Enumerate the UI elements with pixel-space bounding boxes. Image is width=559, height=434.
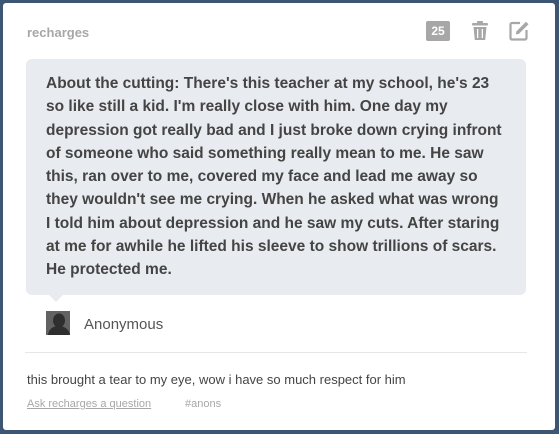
blog-name[interactable]: recharges (27, 25, 89, 40)
tag-anons[interactable]: #anons (185, 398, 221, 410)
question-bubble: About the cutting: There's this teacher … (26, 59, 526, 295)
trash-icon[interactable] (469, 20, 491, 42)
notes-count-badge[interactable]: 25 (426, 21, 450, 41)
anonymous-avatar (46, 311, 70, 335)
divider (25, 352, 527, 353)
question-text: About the cutting: There's this teacher … (46, 75, 502, 279)
ask-question-link[interactable]: Ask recharges a question (27, 398, 151, 410)
asker-name: Anonymous (84, 316, 164, 333)
answer-text: this brought a tear to my eye, wow i hav… (27, 372, 406, 387)
post-card: recharges 25 About the cutting: There's … (3, 3, 555, 430)
question-bubble-tail (49, 295, 63, 302)
edit-icon[interactable] (508, 20, 530, 42)
